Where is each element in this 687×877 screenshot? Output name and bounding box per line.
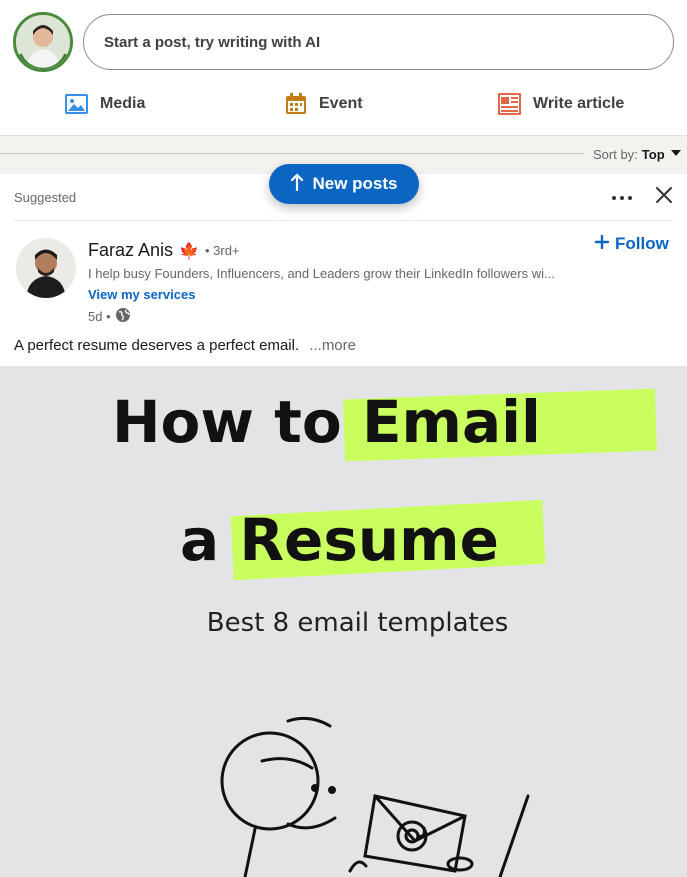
media-label: Media [100,95,146,112]
image-title-resume: Resume [239,506,499,574]
stick-figure-illustration [220,716,530,877]
image-title-a: a [180,506,220,574]
image-title-email: Email [361,388,541,456]
author-name: Faraz Anis [88,240,174,260]
author-headline: I help busy Founders, Influencers, and L… [88,266,555,281]
post-image[interactable]: How to Email a Resume Best 8 email templ… [0,366,687,877]
globe-icon [115,307,131,326]
flag-icon: 🍁 [179,242,199,260]
feed-post: Suggested Faraz Anis 🍁 • 3rd+ I help bus… [0,174,687,877]
post-options-button[interactable] [608,184,636,210]
post-time: 5d • [88,309,111,324]
sort-label: Sort by: [593,147,638,162]
post-meta: 5d • [88,307,131,326]
sort-divider [0,153,584,154]
sort-value: Top [641,147,665,162]
media-button[interactable]: Media [65,86,145,122]
author-avatar[interactable] [16,238,76,298]
arrow-up-icon [290,172,304,196]
write-article-label: Write article [533,95,625,112]
close-icon [655,186,673,209]
follow-button[interactable]: Follow [594,234,669,254]
write-article-button[interactable]: Write article [498,86,624,122]
post-context: Suggested [14,190,77,205]
more-icon [611,188,633,206]
dismiss-post-button[interactable] [652,184,676,210]
share-box: Start a post, try writing with AI Media … [0,0,687,136]
sort-dropdown[interactable]: Sort by: Top [593,146,683,163]
event-label: Event [319,95,363,112]
caret-down-icon [669,146,683,163]
post-body: A perfect resume deserves a perfect emai… [14,337,300,354]
see-more-link[interactable]: ...more [309,337,356,354]
plus-icon [594,234,610,254]
media-icon [65,94,88,114]
post-text: A perfect resume deserves a perfect emai… [14,337,356,354]
article-icon [498,93,521,115]
image-title-line2: a Resume [180,506,499,574]
share-actions: Media Event Write article [0,86,687,122]
my-avatar[interactable] [13,12,73,72]
author-name-row[interactable]: Faraz Anis 🍁 • 3rd+ [88,240,240,261]
follow-label: Follow [615,234,669,253]
event-icon [285,93,307,115]
connection-degree: • 3rd+ [204,243,240,258]
new-posts-label: New posts [312,174,398,193]
image-subtitle: Best 8 email templates [206,608,509,638]
image-title-line1: How to Email [112,388,541,456]
image-title-how-to: How to [112,388,342,456]
new-posts-button[interactable]: New posts [269,164,419,204]
start-post-input[interactable]: Start a post, try writing with AI [83,14,674,70]
view-services-link[interactable]: View my services [88,287,195,302]
divider [14,220,673,221]
event-button[interactable]: Event [285,86,363,122]
